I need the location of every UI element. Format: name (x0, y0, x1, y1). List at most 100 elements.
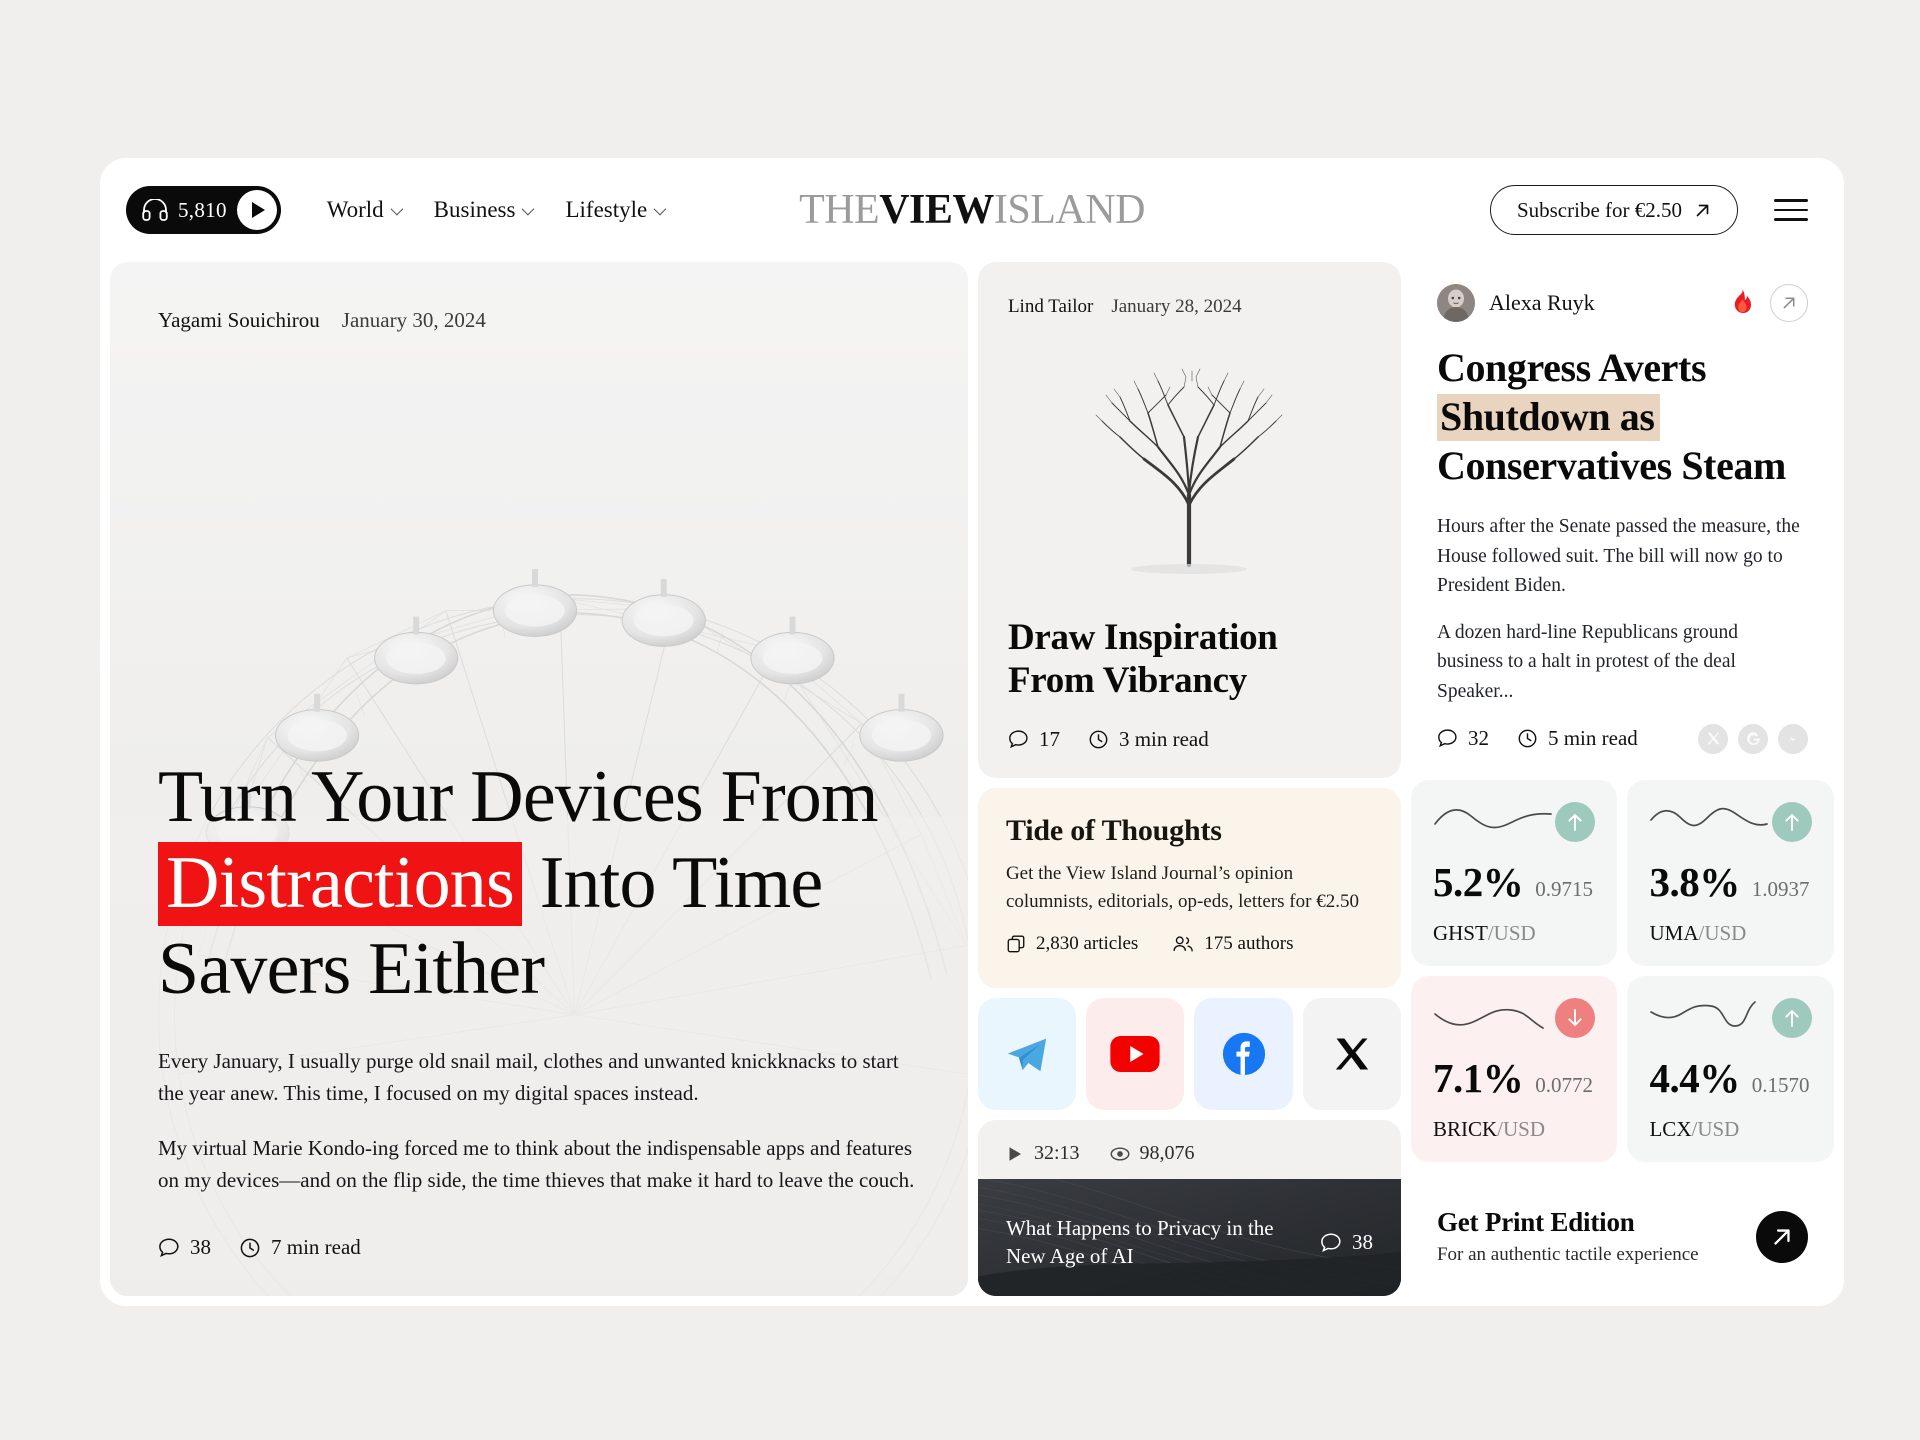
news-headline-highlight: Shutdown as (1436, 393, 1660, 441)
ticker-percent: 5.2% (1432, 858, 1524, 905)
vibrancy-author: Lind Tailor (1007, 296, 1094, 317)
video-comments-count: 38 (1351, 1230, 1373, 1255)
comment-icon (1438, 729, 1457, 748)
ticker-quote: /USD (1698, 920, 1747, 945)
video-thumbnail: What Happens to Privacy in the New Age o… (977, 1179, 1401, 1296)
news-comments-count: 32 (1467, 726, 1489, 751)
ticker-value: 0.1570 (1751, 1072, 1810, 1097)
open-article-button[interactable] (1770, 284, 1808, 322)
x-twitter-icon (1335, 1038, 1369, 1070)
video-title-line1: What Happens to Privacy in the (1005, 1216, 1274, 1241)
nav-item-lifestyle[interactable]: Lifestyle (565, 197, 667, 223)
site-header: 5,810 World Business Lifestyle THEVIEWIS… (100, 158, 1844, 262)
ticker-card[interactable]: 3.8% 1.0937 UMA/USD (1627, 779, 1834, 966)
ticker-card[interactable]: 7.1% 0.0772 BRICK/USD (1410, 975, 1618, 1162)
video-comments[interactable]: 38 (1320, 1230, 1373, 1255)
tide-title: Tide of Thoughts (1005, 814, 1222, 847)
avatar (1436, 284, 1475, 322)
site-logo[interactable]: THEVIEWISLAND (799, 186, 1145, 234)
header-actions: Subscribe for €2.50 (1489, 185, 1814, 235)
ticker-quote: /USD (1497, 1116, 1546, 1141)
tide-meta-row: 2,830 articles 175 authors (1006, 933, 1373, 955)
hero-comments[interactable]: 38 (158, 1235, 211, 1260)
arrow-up-icon (1785, 1009, 1799, 1027)
eye-icon (1110, 1146, 1129, 1161)
page-root: 5,810 World Business Lifestyle THEVIEWIS… (0, 0, 1920, 1440)
audio-listen-count: 5,810 (178, 197, 227, 222)
trend-up-badge (1772, 997, 1812, 1038)
logo-part-island: ISLAND (993, 187, 1146, 233)
news-comments[interactable]: 32 (1437, 726, 1489, 751)
arrow-up-right-icon (1783, 297, 1795, 309)
hero-read-time-label: 7 min read (271, 1235, 361, 1259)
news-paragraph-1: Hours after the Senate passed the measur… (1436, 516, 1800, 596)
print-edition-card[interactable]: Get Print Edition For an authentic tacti… (1410, 1171, 1834, 1296)
nav-item-business[interactable]: Business (433, 197, 535, 223)
trend-up-badge (1772, 801, 1812, 842)
hero-date: January 30, 2024 (341, 308, 486, 332)
telegram-link[interactable] (977, 998, 1077, 1110)
vibrancy-image (1008, 324, 1371, 616)
news-read-time: 5 min read (1517, 726, 1638, 751)
audio-listen-button[interactable]: 5,810 (126, 186, 281, 234)
ticker-card[interactable]: 5.2% 0.9715 GHST/USD (1410, 779, 1618, 966)
messenger-glyph (1785, 731, 1801, 747)
news-read-time-label: 5 min read (1547, 726, 1638, 751)
ticker-value: 0.9715 (1535, 876, 1593, 901)
ticker-pair: GHST/USD (1433, 921, 1596, 946)
hamburger-menu-icon[interactable] (1768, 193, 1814, 226)
comment-icon (1321, 1233, 1341, 1252)
tide-authors: 175 authors (1172, 933, 1293, 955)
sparkline-icon (1650, 807, 1769, 827)
nav-label: Lifestyle (565, 197, 648, 222)
nav-label: Business (433, 197, 516, 222)
x-twitter-share-icon[interactable] (1698, 723, 1728, 754)
vibrancy-comments[interactable]: 17 (1008, 727, 1060, 752)
telegram-icon (1007, 1038, 1047, 1072)
messenger-share-icon[interactable] (1778, 723, 1808, 754)
google-share-icon[interactable] (1738, 723, 1768, 754)
vibrancy-read-time: 3 min read (1088, 727, 1209, 752)
video-title-line2: New Age of AI (1005, 1243, 1134, 1268)
vibrancy-read-time-label: 3 min read (1118, 727, 1209, 751)
play-icon[interactable] (236, 190, 277, 230)
chevron-down-icon (653, 202, 667, 215)
nav-item-world[interactable]: World (327, 197, 403, 223)
youtube-link[interactable] (1086, 998, 1185, 1110)
sparkline-icon (1434, 1008, 1544, 1029)
facebook-icon (1222, 1032, 1265, 1076)
right-column: Alexa Ruyk Congress Averts Shutdown as C… (1410, 262, 1834, 1296)
tide-subtitle: Get the View Island Journal’s opinion co… (1006, 860, 1373, 915)
x-twitter-link[interactable] (1302, 998, 1401, 1110)
hero-article-card[interactable]: Yagami Souichirou January 30, 2024 Turn … (110, 262, 968, 1296)
video-title: What Happens to Privacy in the New Age o… (1006, 1215, 1274, 1270)
tide-of-thoughts-card[interactable]: Tide of Thoughts Get the View Island Jou… (977, 788, 1401, 988)
tide-authors-count: 175 authors (1204, 933, 1294, 955)
ticker-card[interactable]: 4.4% 0.1570 LCX/USD (1627, 975, 1834, 1162)
subscribe-button[interactable]: Subscribe for €2.50 (1489, 185, 1738, 235)
arrow-up-right-icon (1774, 1229, 1790, 1245)
ticker-symbol: UMA (1649, 920, 1699, 945)
news-author: Alexa Ruyk (1488, 290, 1595, 315)
avatar-photo (1436, 284, 1475, 322)
video-views: 98,076 (1110, 1142, 1195, 1165)
clock-icon (240, 1238, 260, 1257)
hero-headline: Turn Your Devices From Distractions Into… (158, 755, 920, 1012)
news-headline: Congress Averts Shutdown as Conservative… (1436, 344, 1808, 490)
tide-articles: 2,830 articles (1006, 933, 1138, 955)
share-icons-row (1698, 723, 1808, 754)
print-edition-button[interactable] (1756, 1210, 1808, 1263)
ticker-pair: LCX/USD (1649, 1117, 1812, 1142)
chevron-down-icon (390, 202, 403, 215)
vibrancy-article-card[interactable]: Lind Tailor January 28, 2024 Draw Inspir… (977, 262, 1401, 778)
ticker-symbol: LCX (1649, 1116, 1692, 1141)
video-article-card[interactable]: 32:13 98,076 What Happens to Privacy in … (977, 1120, 1401, 1296)
social-links-row (977, 998, 1401, 1110)
logo-part-view: VIEW (879, 187, 994, 233)
hero-read-time: 7 min read (239, 1235, 361, 1260)
hero-comments-count: 38 (190, 1235, 211, 1259)
news-article-card[interactable]: Alexa Ruyk Congress Averts Shutdown as C… (1410, 262, 1834, 770)
content-grid: Yagami Souichirou January 30, 2024 Turn … (100, 262, 1844, 1306)
facebook-link[interactable] (1194, 998, 1293, 1110)
sparkline-icon (1434, 808, 1552, 829)
